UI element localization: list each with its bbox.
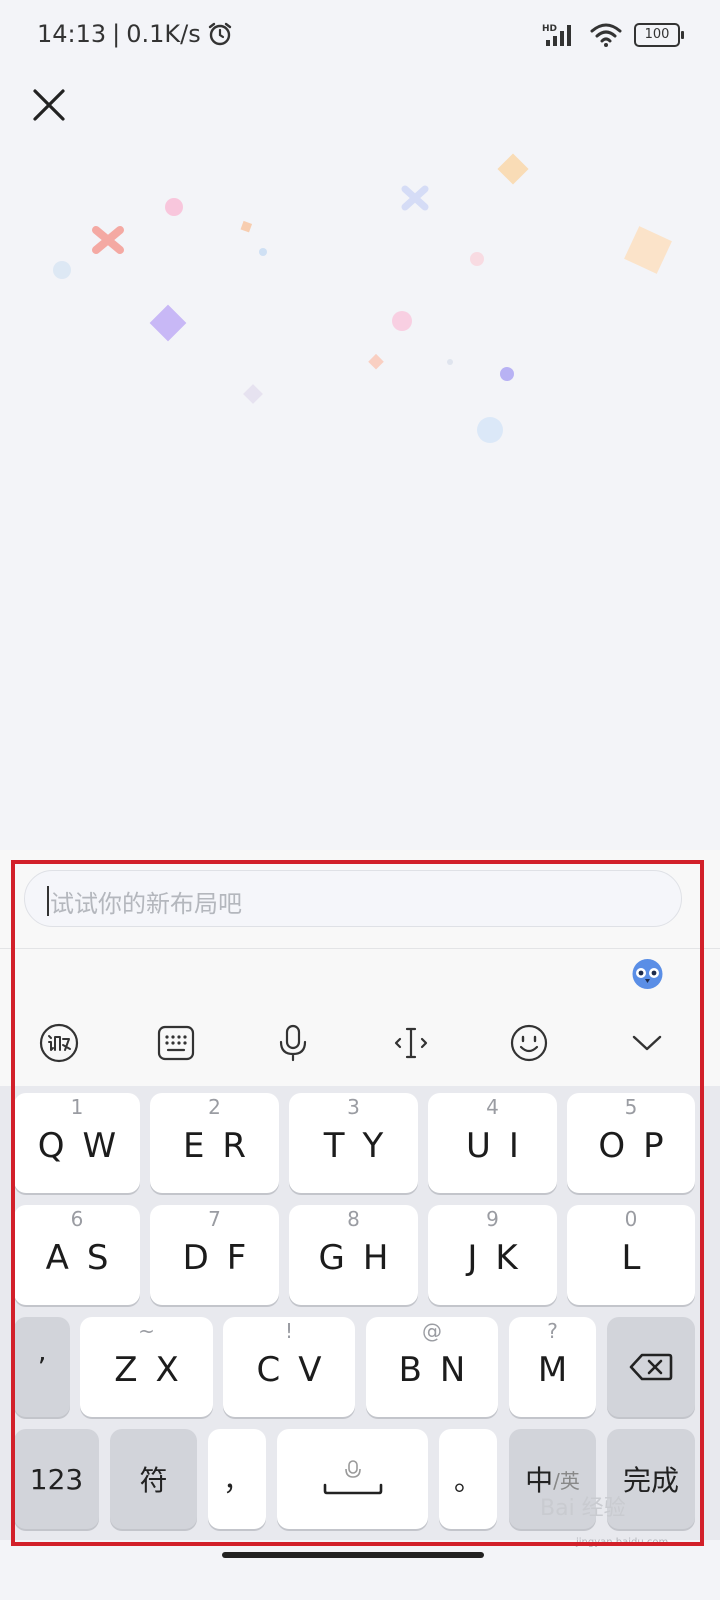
emoji-icon	[510, 1024, 548, 1062]
key-label: CV	[256, 1350, 340, 1390]
key-backspace[interactable]	[607, 1317, 695, 1417]
key-label: BN	[398, 1350, 484, 1390]
space-mic-icon	[323, 1460, 382, 1495]
key-df[interactable]: 7 DF	[150, 1205, 279, 1305]
key-label: ER	[182, 1126, 265, 1166]
cellular-signal-icon: HD	[542, 24, 571, 46]
input-placeholder: 试试你的新布局吧	[50, 890, 242, 918]
status-separator: |	[112, 20, 121, 48]
key-hint: @	[422, 1319, 442, 1343]
key-apostrophe[interactable]: ’	[14, 1317, 70, 1417]
chevron-down-icon	[632, 1035, 662, 1051]
key-hint: !	[284, 1319, 294, 1343]
key-hint: 6	[70, 1207, 84, 1231]
key-label: GH	[318, 1238, 407, 1278]
key-er[interactable]: 2 ER	[150, 1093, 279, 1193]
close-button[interactable]	[28, 84, 70, 126]
signal-hd-label: HD	[542, 24, 557, 34]
microphone-icon	[279, 1024, 307, 1062]
key-qw[interactable]: 1 QW	[14, 1093, 140, 1193]
text-cursor-icon	[394, 1027, 428, 1059]
key-numbers[interactable]: 123	[14, 1429, 99, 1529]
key-hint: 8	[347, 1207, 360, 1231]
key-op[interactable]: 5 OP	[567, 1093, 695, 1193]
key-hint: 5	[624, 1095, 638, 1119]
watermark-url: jingyan.baidu.com	[576, 1537, 669, 1548]
key-gh[interactable]: 8 GH	[289, 1205, 418, 1305]
key-label: AS	[45, 1238, 127, 1278]
key-label: DF	[182, 1238, 265, 1278]
status-right: HD 100	[542, 22, 684, 48]
key-label: TY	[323, 1126, 402, 1166]
keyboard-toolbar	[0, 948, 720, 1087]
confetti-decoration	[53, 153, 672, 443]
ifly-logo-button[interactable]	[38, 1022, 80, 1064]
key-comma[interactable]: ，	[208, 1429, 266, 1529]
alarm-clock-icon	[208, 22, 231, 46]
key-jk[interactable]: 9 JK	[428, 1205, 557, 1305]
key-hint: 0	[624, 1207, 638, 1231]
status-bar: 14:13 | 0.1K/s HD 100	[0, 0, 720, 72]
key-l[interactable]: 0 L	[567, 1205, 695, 1305]
collapse-keyboard-button[interactable]	[626, 1022, 668, 1064]
key-symbols[interactable]: 符	[110, 1429, 197, 1529]
key-label: ，	[222, 1464, 251, 1497]
key-label: QW	[37, 1126, 135, 1166]
key-hint: 3	[347, 1095, 360, 1119]
key-m[interactable]: ? M	[509, 1317, 596, 1417]
network-speed: 0.1K/s	[126, 20, 201, 48]
status-left: 14:13 | 0.1K/s	[37, 20, 233, 48]
keyboard-icon	[157, 1025, 195, 1061]
wifi-icon	[590, 23, 622, 47]
ifly-logo-icon	[39, 1023, 79, 1063]
key-hint: 9	[486, 1207, 499, 1231]
key-label: 符	[139, 1464, 168, 1497]
keyboard-layout-button[interactable]	[155, 1022, 197, 1064]
key-space[interactable]	[277, 1429, 428, 1529]
backspace-container	[607, 1317, 695, 1417]
key-label: UI	[466, 1126, 537, 1166]
key-label: L	[621, 1238, 659, 1278]
key-ui[interactable]: 4 UI	[428, 1093, 557, 1193]
close-icon	[33, 89, 65, 121]
backspace-icon	[629, 1353, 673, 1381]
emoji-button[interactable]	[508, 1022, 550, 1064]
key-label: 。	[453, 1464, 482, 1497]
key-hint: 4	[486, 1095, 499, 1119]
voice-input-button[interactable]	[272, 1022, 314, 1064]
key-as[interactable]: 6 AS	[14, 1205, 140, 1305]
text-caret	[47, 886, 49, 916]
mascot-icon[interactable]	[630, 957, 665, 990]
key-hint: 7	[208, 1207, 221, 1231]
key-hint: ~	[138, 1319, 155, 1343]
key-label: JK	[467, 1238, 536, 1278]
key-period[interactable]: 。	[439, 1429, 497, 1529]
key-label: ZX	[114, 1350, 197, 1390]
key-label: 123	[29, 1462, 84, 1496]
home-indicator[interactable]	[222, 1552, 484, 1558]
key-hint: 2	[208, 1095, 221, 1119]
status-time: 14:13	[37, 20, 107, 48]
key-cv[interactable]: ! CV	[223, 1317, 355, 1417]
battery-indicator: 100	[634, 23, 684, 47]
key-zx[interactable]: ~ ZX	[80, 1317, 213, 1417]
key-bn[interactable]: @ BN	[366, 1317, 498, 1417]
key-label: M	[537, 1350, 586, 1390]
baidu-watermark: Bai 经验	[540, 1496, 626, 1521]
key-hint: ?	[547, 1319, 558, 1343]
key-label: ’	[37, 1350, 47, 1384]
cursor-move-button[interactable]	[390, 1022, 432, 1064]
key-hint: 1	[70, 1095, 84, 1119]
key-label: OP	[598, 1126, 682, 1166]
key-ty[interactable]: 3 TY	[289, 1093, 418, 1193]
space-container	[277, 1429, 428, 1529]
